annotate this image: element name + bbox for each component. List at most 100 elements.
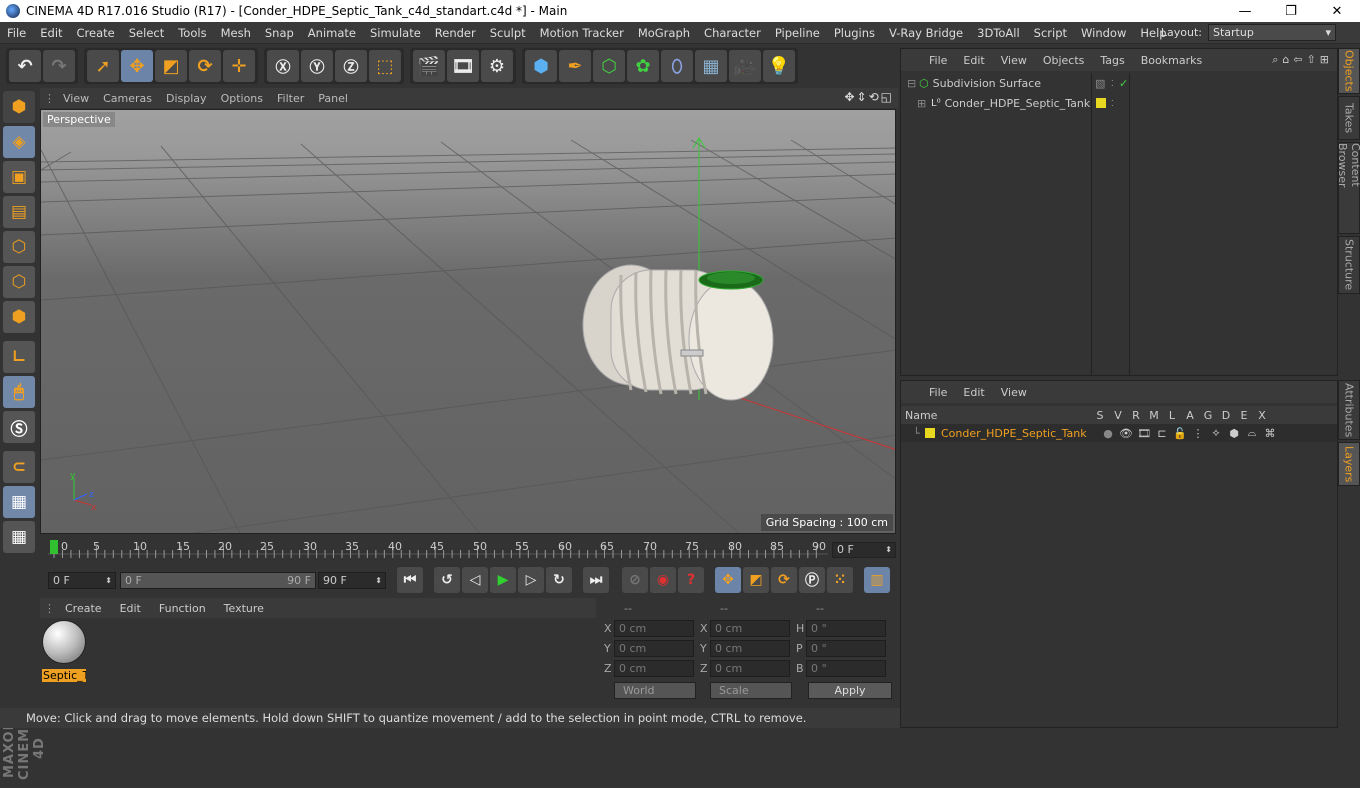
frame-ruler[interactable]: 0 5 10 15 20 25 30 35 40 45 50 55 60 65 … bbox=[48, 536, 828, 564]
pen-spline-icon[interactable]: ✒ bbox=[559, 50, 591, 82]
snap-mode-icon[interactable]: Ⓢ bbox=[3, 411, 35, 443]
locked-workplane-icon[interactable]: ▦ bbox=[3, 521, 35, 553]
key-parameter-icon[interactable]: Ⓟ bbox=[799, 567, 825, 593]
timeline-ruler[interactable]: 0 5 10 15 20 25 30 35 40 45 50 55 60 65 … bbox=[40, 536, 898, 564]
visibility-dots-icon[interactable]: ⁚ bbox=[1111, 99, 1114, 108]
expressions-toggle-icon[interactable]: ⌓ bbox=[1243, 426, 1261, 440]
menu-edit[interactable]: Edit bbox=[33, 26, 69, 40]
layer-col-deformers[interactable]: D bbox=[1217, 409, 1235, 422]
menu-create[interactable]: Create bbox=[70, 26, 122, 40]
solo-toggle-icon[interactable]: ● bbox=[1099, 427, 1117, 440]
next-frame-icon[interactable]: ▷ bbox=[518, 567, 544, 593]
tab-objects[interactable]: Objects bbox=[1338, 48, 1360, 94]
coordinate-system-icon[interactable]: ⬚ bbox=[369, 50, 401, 82]
menu-file[interactable]: File bbox=[0, 26, 33, 40]
material-menu-function[interactable]: Function bbox=[150, 602, 215, 615]
menu-simulate[interactable]: Simulate bbox=[363, 26, 428, 40]
deformer-icon[interactable]: ⬯ bbox=[661, 50, 693, 82]
menu-render[interactable]: Render bbox=[428, 26, 483, 40]
rotate-tool-icon[interactable]: ⟳ bbox=[189, 50, 221, 82]
viewport-menu-view[interactable]: View bbox=[56, 92, 96, 105]
objects-menu-tags[interactable]: Tags bbox=[1092, 54, 1132, 67]
menu-mesh[interactable]: Mesh bbox=[214, 26, 258, 40]
material-menu-edit[interactable]: Edit bbox=[111, 602, 150, 615]
render-settings-icon[interactable]: ⚙ bbox=[481, 50, 513, 82]
scale-dropdown[interactable]: Scale bbox=[710, 682, 792, 699]
polygons-mode-icon[interactable]: ⬢ bbox=[3, 301, 35, 333]
layer-tag-icon[interactable]: ▧ bbox=[1095, 77, 1105, 90]
rotation-h-field[interactable]: 0 ° bbox=[806, 619, 886, 637]
close-button[interactable]: ✕ bbox=[1314, 0, 1360, 22]
objects-menu-view[interactable]: View bbox=[993, 54, 1035, 67]
make-editable-icon[interactable]: ⬢ bbox=[3, 91, 35, 123]
layer-col-expressions[interactable]: E bbox=[1235, 409, 1253, 422]
render-toggle-icon[interactable]: 🎞 bbox=[1135, 427, 1153, 440]
undo-icon[interactable]: ↶ bbox=[9, 50, 41, 82]
visibility-dots-icon[interactable]: ⁚ bbox=[1111, 79, 1114, 88]
recent-tools-icon[interactable]: ✛ bbox=[223, 50, 255, 82]
end-frame-field[interactable]: 90 F ⬍ bbox=[318, 571, 386, 589]
enabled-check-icon[interactable]: ✓ bbox=[1119, 77, 1128, 90]
viewport-menu-display[interactable]: Display bbox=[159, 92, 214, 105]
model-mode-icon[interactable]: ◈ bbox=[3, 126, 35, 158]
previous-frame-icon[interactable]: ◁ bbox=[462, 567, 488, 593]
light-icon[interactable]: 💡 bbox=[763, 50, 795, 82]
rotation-p-field[interactable]: 0 ° bbox=[806, 639, 886, 657]
apply-button[interactable]: Apply bbox=[808, 682, 892, 699]
generators-toggle-icon[interactable]: ⟡ bbox=[1207, 426, 1225, 440]
layer-col-animation[interactable]: A bbox=[1181, 409, 1199, 422]
floor-environment-icon[interactable]: ▦ bbox=[695, 50, 727, 82]
layers-menu-view[interactable]: View bbox=[993, 386, 1035, 399]
go-to-start-icon[interactable]: ⏮ bbox=[397, 567, 423, 593]
layer-col-render[interactable]: R bbox=[1127, 409, 1145, 422]
x-axis-lock-icon[interactable]: Ⓧ bbox=[267, 50, 299, 82]
autokeying-icon[interactable]: ◉ bbox=[650, 567, 676, 593]
layer-col-manager[interactable]: M bbox=[1145, 409, 1163, 422]
workplane-mode-icon[interactable]: ▤ bbox=[3, 196, 35, 228]
position-x-field[interactable]: 0 cm bbox=[614, 619, 694, 637]
render-view-icon[interactable]: 🎬 bbox=[413, 50, 445, 82]
collapse-icon[interactable]: ⊟ bbox=[901, 77, 919, 90]
move-tool-icon[interactable]: ✥ bbox=[121, 50, 153, 82]
menu-3dtoall[interactable]: 3DToAll bbox=[970, 26, 1027, 40]
points-mode-icon[interactable]: ⬡ bbox=[3, 231, 35, 263]
size-y-field[interactable]: 0 cm bbox=[710, 639, 790, 657]
size-z-field[interactable]: 0 cm bbox=[710, 659, 790, 677]
menu-motion-tracker[interactable]: Motion Tracker bbox=[533, 26, 631, 40]
menu-window[interactable]: Window bbox=[1074, 26, 1133, 40]
tab-layers[interactable]: Layers bbox=[1338, 442, 1360, 486]
tab-takes[interactable]: Takes bbox=[1338, 96, 1360, 140]
cloner-icon[interactable]: ✿ bbox=[627, 50, 659, 82]
viewport-nav-icons[interactable]: ✥⇕⟲◱ bbox=[844, 90, 894, 104]
perspective-viewport[interactable]: y x z Perspective Grid Spacing : 100 cm bbox=[40, 109, 896, 534]
scale-tool-icon[interactable]: ◩ bbox=[155, 50, 187, 82]
play-forward-icon[interactable]: ▶ bbox=[490, 567, 516, 593]
layer-col-xref[interactable]: X bbox=[1253, 409, 1271, 422]
cube-primitive-icon[interactable]: ⬢ bbox=[525, 50, 557, 82]
texture-mode-icon[interactable]: ▣ bbox=[3, 161, 35, 193]
y-axis-lock-icon[interactable]: Ⓨ bbox=[301, 50, 333, 82]
lock-toggle-icon[interactable]: 🔓 bbox=[1171, 427, 1189, 440]
objects-menu-objects[interactable]: Objects bbox=[1035, 54, 1093, 67]
tab-attributes[interactable]: Attributes bbox=[1338, 380, 1360, 440]
current-frame-field[interactable]: 0 F ⬍ bbox=[832, 542, 896, 558]
tweak-mode-icon[interactable]: 🖱 bbox=[3, 376, 35, 408]
material-swatch[interactable]: Septic_T bbox=[42, 620, 86, 682]
object-row-subdivision-surface[interactable]: ⊟ ⬡ Subdivision Surface ▧ ⁚ ✓ bbox=[901, 73, 1339, 93]
menu-character[interactable]: Character bbox=[697, 26, 768, 40]
layer-col-view[interactable]: V bbox=[1109, 409, 1127, 422]
layer-col-generators[interactable]: G bbox=[1199, 409, 1217, 422]
septic-tank-model[interactable] bbox=[582, 264, 774, 401]
object-manager-tool-icons[interactable]: ⌕⌂⇦⇧⊞ bbox=[1272, 53, 1333, 67]
menu-select[interactable]: Select bbox=[122, 26, 171, 40]
objects-menu-file[interactable]: File bbox=[921, 54, 955, 67]
deformers-toggle-icon[interactable]: ⬢ bbox=[1225, 427, 1243, 440]
playhead[interactable] bbox=[50, 540, 58, 554]
workplane-icon[interactable]: ▦ bbox=[3, 486, 35, 518]
layer-color-swatch[interactable] bbox=[925, 428, 935, 438]
render-picture-viewer-icon[interactable]: 🎞 bbox=[447, 50, 479, 82]
keyframe-selection-icon[interactable]: ? bbox=[678, 567, 704, 593]
expand-icon[interactable]: ⊞ bbox=[901, 97, 931, 110]
layout-dropdown[interactable]: Startup ▾ bbox=[1208, 24, 1336, 41]
live-selection-icon[interactable]: ➚ bbox=[87, 50, 119, 82]
